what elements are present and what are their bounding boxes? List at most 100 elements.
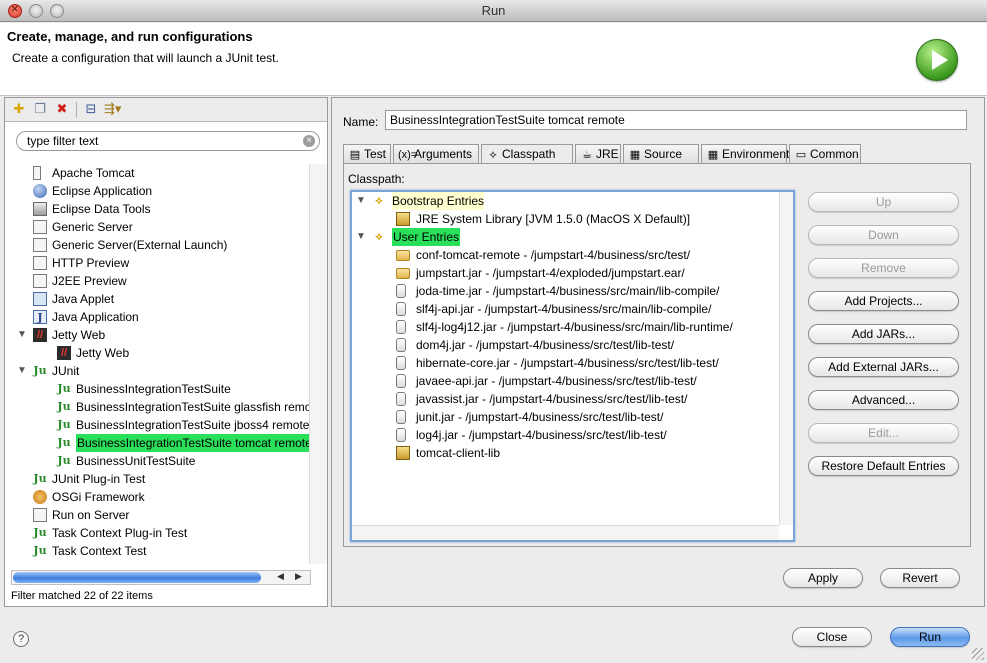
tab-test[interactable]: ▤ Test: [343, 144, 391, 164]
library-icon: [396, 446, 410, 460]
tree-item-label: BusinessIntegrationTestSuite glassfish r…: [76, 400, 309, 414]
revert-button[interactable]: Revert: [880, 568, 960, 588]
folder-icon: [396, 268, 410, 279]
user-entries-icon: ⟡: [375, 231, 383, 243]
restore-default-entries-button[interactable]: Restore Default Entries: [808, 456, 959, 476]
classpath-horizontal-scrollbar[interactable]: [352, 525, 779, 540]
tree-vertical-scrollbar[interactable]: [309, 164, 327, 564]
resize-grip-icon[interactable]: [972, 648, 984, 660]
run-button[interactable]: Run: [890, 627, 970, 647]
tab-label: Common: [810, 147, 859, 161]
edit-button[interactable]: Edit...: [808, 423, 959, 443]
jar-icon: [396, 284, 406, 298]
tree-item-label: Java Application: [52, 310, 139, 324]
add-jars-button[interactable]: Add JARs...: [808, 324, 959, 344]
server-icon: [33, 274, 47, 288]
configurations-tree: Apache Tomcat Eclipse Application Eclipse …: [5, 164, 309, 564]
window-title: Run: [481, 3, 506, 18]
tree-item-label: BusinessIntegrationTestSuite jboss4 remo…: [76, 418, 309, 432]
tab-source[interactable]: ▦ Source: [623, 144, 699, 164]
clear-filter-icon[interactable]: ×: [303, 135, 315, 147]
java-app-icon: J: [33, 310, 47, 324]
name-label: Name:: [343, 115, 379, 129]
tree-item-label: BusinessUnitTestSuite: [76, 454, 196, 468]
tree-item-label: Task Context Test: [52, 544, 147, 558]
advanced-button[interactable]: Advanced...: [808, 390, 959, 410]
close-button[interactable]: Close: [792, 627, 872, 647]
eclipse-app-icon: [33, 184, 47, 198]
down-button[interactable]: Down: [808, 225, 959, 245]
tab-label: Environment: [722, 147, 790, 161]
close-window-icon[interactable]: [8, 1, 22, 18]
tree-item-label: Task Context Plug-in Test: [52, 526, 188, 540]
toolbar-separator: [76, 102, 77, 118]
tab-environment[interactable]: ▦ Environment: [701, 144, 790, 164]
dialog-header: Create, manage, and run configurations C…: [0, 23, 987, 96]
tree-item-label: Run on Server: [52, 508, 130, 522]
help-icon[interactable]: ?: [13, 631, 29, 647]
scroll-right-arrow-icon[interactable]: ▶: [295, 571, 302, 582]
tree-item-label: Jetty Web: [76, 346, 130, 360]
remove-button[interactable]: Remove: [808, 258, 959, 278]
filter-menu-icon[interactable]: ⇶▾: [104, 101, 121, 117]
tree-item-label: OSGi Framework: [52, 490, 145, 504]
tree-item-label: Eclipse Application: [52, 184, 153, 198]
config-name-input[interactable]: BusinessIntegrationTestSuite tomcat remo…: [385, 110, 967, 130]
delete-icon[interactable]: ✖: [54, 101, 70, 117]
zoom-window-icon[interactable]: [50, 4, 64, 18]
tree-item-label: HTTP Preview: [52, 256, 130, 270]
scroll-left-arrow-icon[interactable]: ◀: [277, 571, 284, 582]
junit-plugin-icon: Ju: [33, 544, 47, 557]
tree-item-label: BusinessIntegrationTestSuite: [76, 382, 231, 396]
run-server-icon: [33, 508, 47, 522]
data-tools-icon: [33, 202, 47, 216]
tab-classpath[interactable]: ⟡ Classpath: [481, 144, 573, 165]
apply-button[interactable]: Apply: [783, 568, 863, 588]
expand-triangle-icon[interactable]: ▼: [17, 362, 27, 380]
configurations-toolbar: ✚ ❐ ✖ ⊟ ⇶▾: [5, 98, 327, 122]
new-config-icon[interactable]: ✚: [11, 101, 27, 117]
tree-item-label: J2EE Preview: [52, 274, 127, 288]
duplicate-icon[interactable]: ❐: [32, 101, 48, 117]
tree-item-label: Jetty Web: [52, 328, 106, 342]
tab-label: JRE: [596, 147, 619, 161]
server-icon: [33, 220, 47, 234]
horizontal-scroll-thumb[interactable]: [13, 572, 261, 583]
collapse-all-icon[interactable]: ⊟: [83, 101, 99, 117]
add-external-jars-button[interactable]: Add External JARs...: [808, 357, 959, 377]
classpath-vertical-scrollbar[interactable]: [779, 192, 793, 525]
tree-item-label: JUnit: [52, 364, 80, 378]
filter-input[interactable]: type filter text: [16, 131, 320, 151]
up-button[interactable]: Up: [808, 192, 959, 212]
tree-item-label: Generic Server(External Launch): [52, 238, 228, 252]
classpath-entry-label: joda-time.jar - /jumpstart-4/business/sr…: [416, 284, 720, 298]
tab-arguments[interactable]: (x)=Arguments: [393, 144, 479, 164]
expand-triangle-icon[interactable]: ▼: [356, 228, 366, 246]
jar-icon: [396, 320, 406, 334]
classpath-entry-label: javaee-api.jar - /jumpstart-4/business/s…: [416, 374, 697, 388]
tab-jre[interactable]: ☕ JRE: [575, 144, 621, 164]
dialog-title: Create, manage, and run configurations: [7, 29, 253, 44]
tab-common[interactable]: ▭ Common: [789, 144, 861, 164]
tab-label: Classpath: [502, 147, 556, 161]
minimize-window-icon[interactable]: [29, 4, 43, 18]
server-icon: [33, 256, 47, 270]
classpath-entry-label: slf4j-log4j12.jar - /jumpstart-4/busines…: [416, 320, 733, 334]
osgi-icon: [33, 490, 47, 504]
junit-icon: Ju: [57, 436, 71, 449]
classpath-label: Classpath:: [348, 172, 405, 186]
jar-icon: [396, 410, 406, 424]
expand-triangle-icon[interactable]: ▼: [356, 192, 366, 210]
jar-icon: [396, 428, 406, 442]
add-projects-button[interactable]: Add Projects...: [808, 291, 959, 311]
expand-triangle-icon[interactable]: ▼: [17, 326, 27, 344]
jar-icon: [396, 338, 406, 352]
junit-icon: Ju: [57, 418, 71, 431]
folder-icon: [396, 250, 410, 261]
junit-icon: Ju: [33, 364, 47, 377]
tree-item-label: BusinessIntegrationTestSuite tomcat remo…: [76, 434, 309, 452]
junit-icon: Ju: [57, 400, 71, 413]
bootstrap-entries-icon: ⟡: [375, 195, 383, 207]
jetty-icon: //: [33, 328, 47, 342]
tree-item-label: Apache Tomcat: [52, 166, 135, 180]
